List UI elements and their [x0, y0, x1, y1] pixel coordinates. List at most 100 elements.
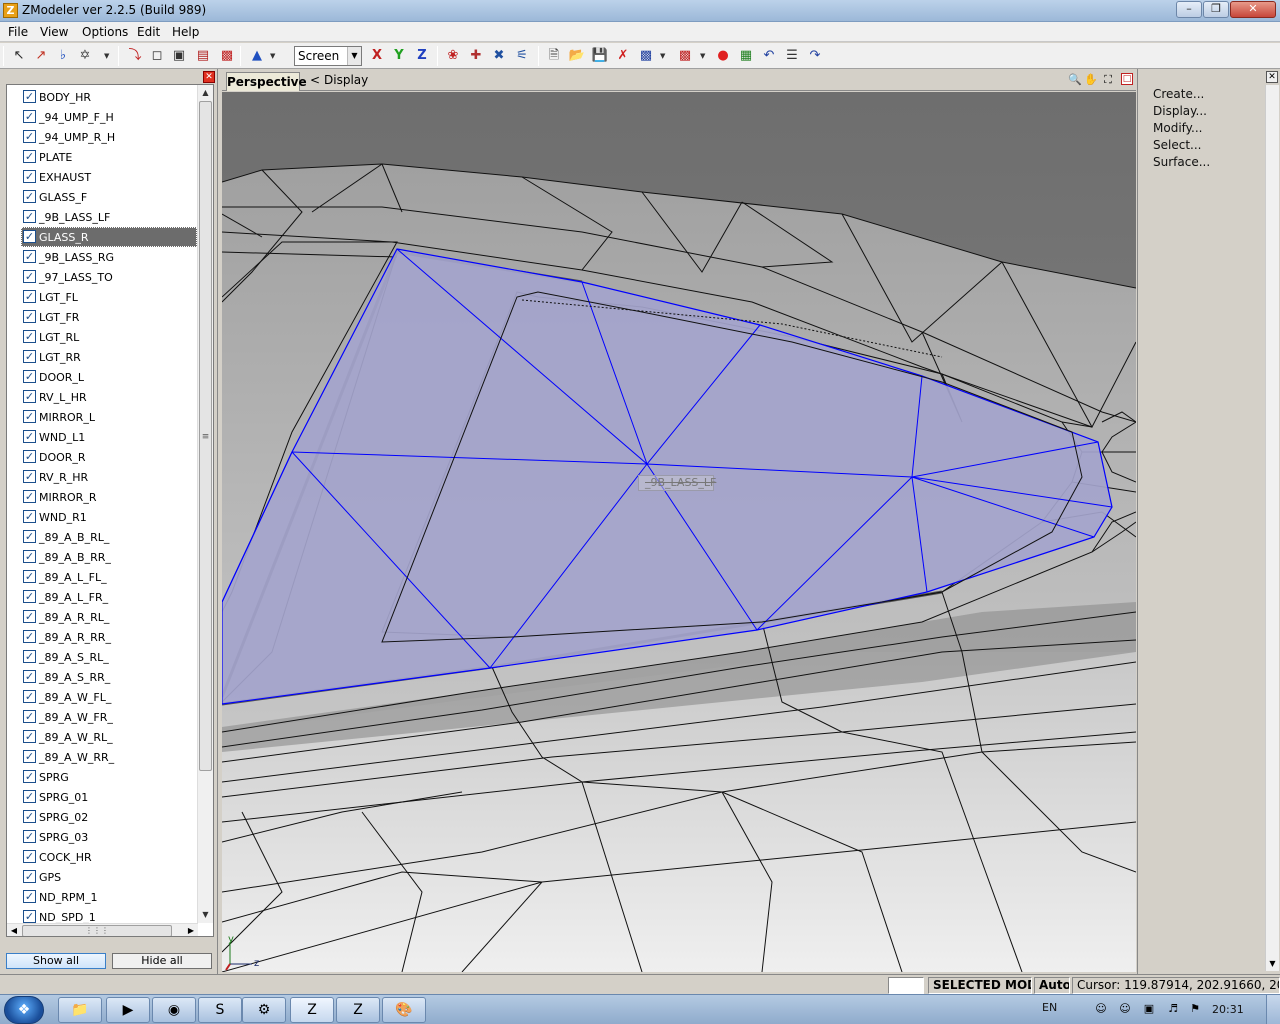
command-display[interactable]: Display...	[1153, 104, 1207, 118]
visibility-checkbox[interactable]: ✓	[23, 770, 36, 783]
object-list-item[interactable]: ✓ DOOR_L	[7, 367, 198, 387]
vertical-scrollbar[interactable]: ▲ ≡ ▼	[197, 85, 213, 923]
object-list-item[interactable]: ✓ _89_A_W_RL_	[7, 727, 198, 747]
snap-icon[interactable]: ▲	[248, 47, 266, 65]
visibility-checkbox[interactable]: ✓	[23, 670, 36, 683]
object-list-item[interactable]: ✓ _89_A_L_FL_	[7, 567, 198, 587]
tray-volume-icon[interactable]: ♬	[1166, 1002, 1180, 1016]
visibility-checkbox[interactable]: ✓	[23, 830, 36, 843]
cube-solid-icon[interactable]: ▣	[170, 47, 188, 65]
visibility-checkbox[interactable]: ✓	[23, 650, 36, 663]
visibility-checkbox[interactable]: ✓	[23, 350, 36, 363]
object-list-item[interactable]: ✓ SPRG	[7, 767, 198, 787]
object-list-item[interactable]: ✓ GPS	[7, 867, 198, 887]
object-list-item[interactable]: ✓ GLASS_R	[21, 227, 197, 247]
scroll-down-icon[interactable]: ▼	[198, 907, 213, 923]
visibility-checkbox[interactable]: ✓	[23, 870, 36, 883]
object-list-item[interactable]: ✓ _94_UMP_F_H	[7, 107, 198, 127]
axis-x-toggle[interactable]: X	[368, 47, 386, 65]
select-arrow-icon[interactable]: ↖	[10, 47, 28, 65]
visibility-checkbox[interactable]: ✓	[23, 690, 36, 703]
close-icon[interactable]: ✕	[203, 71, 215, 83]
object-list-item[interactable]: ✓ WND_L1	[7, 427, 198, 447]
visibility-checkbox[interactable]: ✓	[23, 750, 36, 763]
save-icon[interactable]: 💾	[591, 47, 609, 65]
visibility-checkbox[interactable]: ✓	[23, 730, 36, 743]
object-list-item[interactable]: ✓ RV_R_HR	[7, 467, 198, 487]
breadcrumb-arrow[interactable]: <	[310, 73, 320, 87]
coordinate-system-select[interactable]: Screen ▼	[294, 46, 362, 66]
wireframe-render[interactable]	[222, 92, 1136, 972]
visibility-checkbox[interactable]: ✓	[23, 890, 36, 903]
visibility-checkbox[interactable]: ✓	[23, 610, 36, 623]
pan-hand-icon[interactable]: ✋	[1084, 72, 1098, 87]
visibility-checkbox[interactable]: ✓	[23, 250, 36, 263]
object-list-item[interactable]: ✓ LGT_FR	[7, 307, 198, 327]
properties-icon[interactable]: ☰	[783, 47, 801, 65]
tray-flag-icon[interactable]: ⚑	[1188, 1002, 1202, 1016]
move-tool-icon[interactable]: ✡	[76, 47, 94, 65]
visibility-checkbox[interactable]: ✓	[23, 370, 36, 383]
object-list-item[interactable]: ✓ WND_R1	[7, 507, 198, 527]
object-list-item[interactable]: ✓ _94_UMP_R_H	[7, 127, 198, 147]
scroll-thumb[interactable]: ≡	[199, 101, 212, 771]
select-object-icon[interactable]: ♭	[54, 47, 72, 65]
object-list-item[interactable]: ✓ SPRG_03	[7, 827, 198, 847]
zmodeler-app-icon[interactable]: Z	[3, 3, 18, 18]
menu-options[interactable]: Options	[82, 25, 128, 39]
visibility-checkbox[interactable]: ✓	[23, 450, 36, 463]
tray-language[interactable]: EN	[1042, 1001, 1057, 1014]
visibility-checkbox[interactable]: ✓	[23, 910, 36, 923]
command-select[interactable]: Select...	[1153, 138, 1201, 152]
face-mode-icon[interactable]: ▤	[194, 47, 212, 65]
show-desktop-button[interactable]	[1266, 995, 1280, 1024]
maximize-viewport-icon[interactable]: ⛶	[1101, 72, 1115, 87]
menu-view[interactable]: View	[40, 25, 68, 39]
visibility-checkbox[interactable]: ✓	[23, 850, 36, 863]
visibility-checkbox[interactable]: ✓	[23, 110, 36, 123]
visibility-checkbox[interactable]: ✓	[23, 330, 36, 343]
hide-all-button[interactable]: Hide all	[112, 953, 212, 969]
object-list-item[interactable]: ✓ _89_A_W_RR_	[7, 747, 198, 767]
object-list-item[interactable]: ✓ _9B_LASS_LF	[7, 207, 198, 227]
command-surface[interactable]: Surface...	[1153, 155, 1210, 169]
visibility-checkbox[interactable]: ✓	[23, 510, 36, 523]
undo-icon[interactable]: ↶	[760, 47, 778, 65]
show-all-button[interactable]: Show all	[6, 953, 106, 969]
object-list-item[interactable]: ✓ GLASS_F	[7, 187, 198, 207]
menu-edit[interactable]: Edit	[137, 25, 160, 39]
tray-app-icon[interactable]: ☺	[1094, 1002, 1108, 1016]
object-list-item[interactable]: ✓ SPRG_02	[7, 807, 198, 827]
visibility-checkbox[interactable]: ✓	[23, 470, 36, 483]
maximize-button[interactable]: ❐	[1203, 1, 1229, 18]
scroll-thumb[interactable]: ⋮⋮⋮	[22, 925, 172, 936]
export-dropdown[interactable]: ▼	[700, 47, 708, 65]
object-list-item[interactable]: ✓ _89_A_R_RR_	[7, 627, 198, 647]
visibility-checkbox[interactable]: ✓	[23, 550, 36, 563]
scroll-down-icon[interactable]: ▼	[1266, 957, 1279, 971]
taskbar-utility-icon[interactable]: ⚙	[242, 997, 286, 1023]
scroll-up-icon[interactable]: ▲	[198, 85, 213, 101]
object-list-item[interactable]: ✓ PLATE	[7, 147, 198, 167]
select-mode-dropdown[interactable]: ▼	[104, 47, 112, 65]
visibility-checkbox[interactable]: ✓	[23, 570, 36, 583]
object-list-item[interactable]: ✓ _89_A_W_FR_	[7, 707, 198, 727]
object-list-item[interactable]: ✓ DOOR_R	[7, 447, 198, 467]
tray-clock[interactable]: 20:31	[1212, 1003, 1244, 1016]
tray-app-icon[interactable]: ☺	[1118, 1002, 1132, 1016]
axis-y-toggle[interactable]: Y	[390, 47, 408, 65]
object-list-item[interactable]: ✓ _89_A_L_FR_	[7, 587, 198, 607]
visibility-checkbox[interactable]: ✓	[23, 430, 36, 443]
taskbar-paint-icon[interactable]: 🎨	[382, 997, 426, 1023]
open-folder-icon[interactable]: 📂	[568, 47, 586, 65]
taskbar-zmodeler-second-icon[interactable]: Z	[336, 997, 380, 1023]
visibility-checkbox[interactable]: ✓	[23, 390, 36, 403]
visibility-checkbox[interactable]: ✓	[23, 210, 36, 223]
close-file-icon[interactable]: ✗	[614, 47, 632, 65]
new-file-icon[interactable]: 🗎	[545, 47, 563, 65]
object-list-item[interactable]: ✓ LGT_RL	[7, 327, 198, 347]
menu-help[interactable]: Help	[172, 25, 199, 39]
visibility-checkbox[interactable]: ✓	[23, 230, 36, 243]
vertical-scrollbar[interactable]: ▼	[1265, 85, 1279, 971]
visibility-checkbox[interactable]: ✓	[23, 290, 36, 303]
